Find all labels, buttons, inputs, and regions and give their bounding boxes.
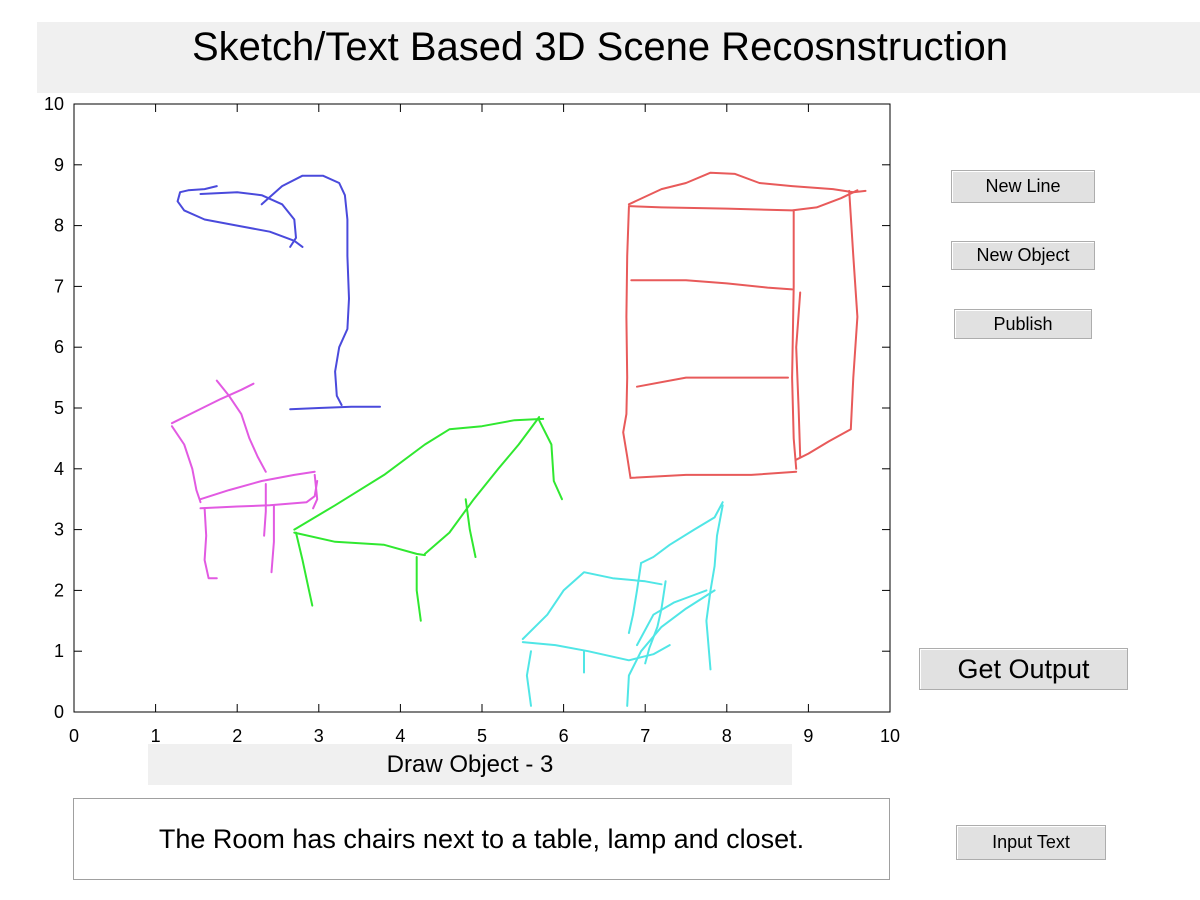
y-tick-label: 5 (54, 398, 64, 418)
plot-area[interactable] (73, 103, 891, 713)
y-tick-label: 9 (54, 155, 64, 175)
y-tick-label: 3 (54, 520, 64, 540)
x-tick-label: 5 (477, 726, 487, 746)
x-tick-label: 2 (232, 726, 242, 746)
text-input-field[interactable]: The Room has chairs next to a table, lam… (73, 798, 890, 880)
x-tick-label: 7 (640, 726, 650, 746)
y-tick-label: 7 (54, 276, 64, 296)
y-tick-label: 2 (54, 580, 64, 600)
x-tick-label: 1 (151, 726, 161, 746)
y-tick-label: 8 (54, 216, 64, 236)
x-tick-label: 6 (559, 726, 569, 746)
x-tick-label: 8 (722, 726, 732, 746)
y-tick-label: 0 (54, 702, 64, 722)
x-tick-label: 4 (395, 726, 405, 746)
publish-button[interactable]: Publish (954, 309, 1092, 339)
get-output-button[interactable]: Get Output (919, 648, 1128, 690)
new-line-button[interactable]: New Line (951, 170, 1095, 203)
y-tick-label: 1 (54, 641, 64, 661)
x-tick-label: 10 (880, 726, 900, 746)
x-tick-label: 3 (314, 726, 324, 746)
x-tick-label: 0 (69, 726, 79, 746)
x-tick-label: 9 (803, 726, 813, 746)
input-text-button[interactable]: Input Text (956, 825, 1106, 860)
status-label: Draw Object - 3 (148, 744, 792, 785)
new-object-button[interactable]: New Object (951, 241, 1095, 270)
y-tick-label: 6 (54, 337, 64, 357)
y-tick-label: 10 (44, 94, 64, 114)
y-tick-label: 4 (54, 459, 64, 479)
